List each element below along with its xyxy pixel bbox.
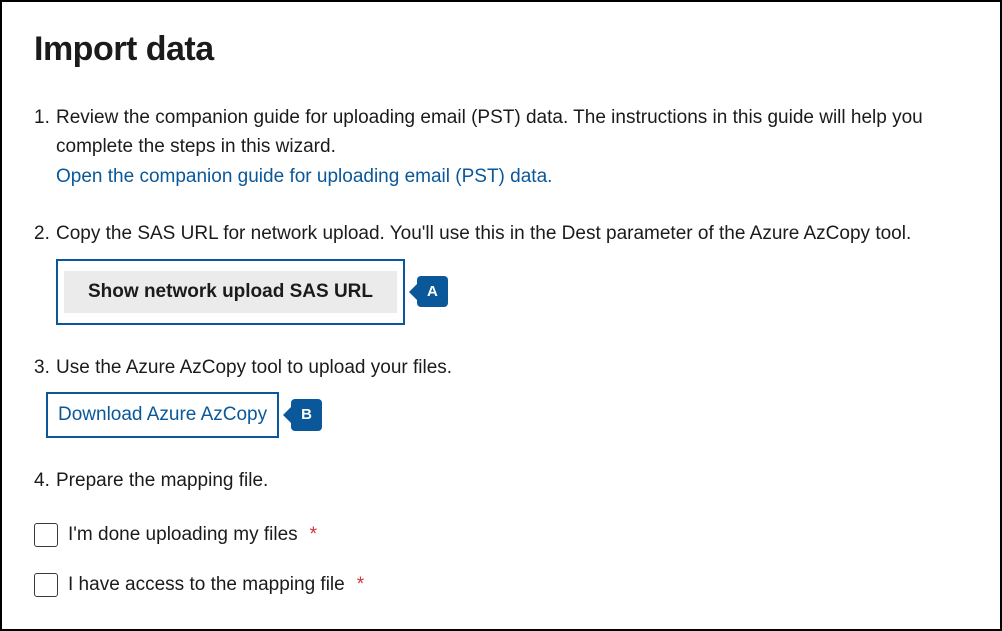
checkbox-done-uploading[interactable] — [34, 523, 58, 547]
show-sas-url-button[interactable]: Show network upload SAS URL — [64, 271, 397, 313]
checkbox-group: I'm done uploading my files * I have acc… — [34, 523, 968, 597]
step-3: Use the Azure AzCopy tool to upload your… — [34, 353, 968, 438]
checkbox-mapping-access[interactable] — [34, 573, 58, 597]
required-asterisk: * — [357, 574, 364, 596]
step-1: Review the companion guide for uploading… — [34, 103, 968, 191]
page-title: Import data — [34, 30, 968, 69]
step-4-text: Prepare the mapping file. — [56, 470, 268, 491]
step-2-text: Copy the SAS URL for network upload. You… — [56, 223, 911, 244]
steps-list: Review the companion guide for uploading… — [34, 103, 968, 495]
sas-url-row: Show network upload SAS URL A — [56, 259, 968, 325]
callout-badge-b: B — [291, 399, 322, 430]
checkbox-done-uploading-row: I'm done uploading my files * — [34, 523, 968, 547]
callout-badge-a: A — [417, 276, 448, 307]
download-highlight-box: Download Azure AzCopy — [46, 392, 279, 437]
import-data-panel: Import data Review the companion guide f… — [0, 0, 1002, 631]
step-3-text: Use the Azure AzCopy tool to upload your… — [56, 357, 452, 378]
checkbox-done-uploading-label: I'm done uploading my files — [68, 524, 298, 546]
step-2: Copy the SAS URL for network upload. You… — [34, 219, 968, 324]
sas-highlight-box: Show network upload SAS URL — [56, 259, 405, 325]
step-4: Prepare the mapping file. — [34, 466, 968, 495]
download-azcopy-link[interactable]: Download Azure AzCopy — [58, 400, 267, 429]
checkbox-mapping-access-row: I have access to the mapping file * — [34, 573, 968, 597]
required-asterisk: * — [310, 524, 317, 546]
download-row: Download Azure AzCopy B — [56, 392, 968, 437]
companion-guide-link[interactable]: Open the companion guide for uploading e… — [56, 166, 552, 187]
checkbox-mapping-access-label: I have access to the mapping file — [68, 574, 345, 596]
step-1-text: Review the companion guide for uploading… — [56, 107, 923, 157]
